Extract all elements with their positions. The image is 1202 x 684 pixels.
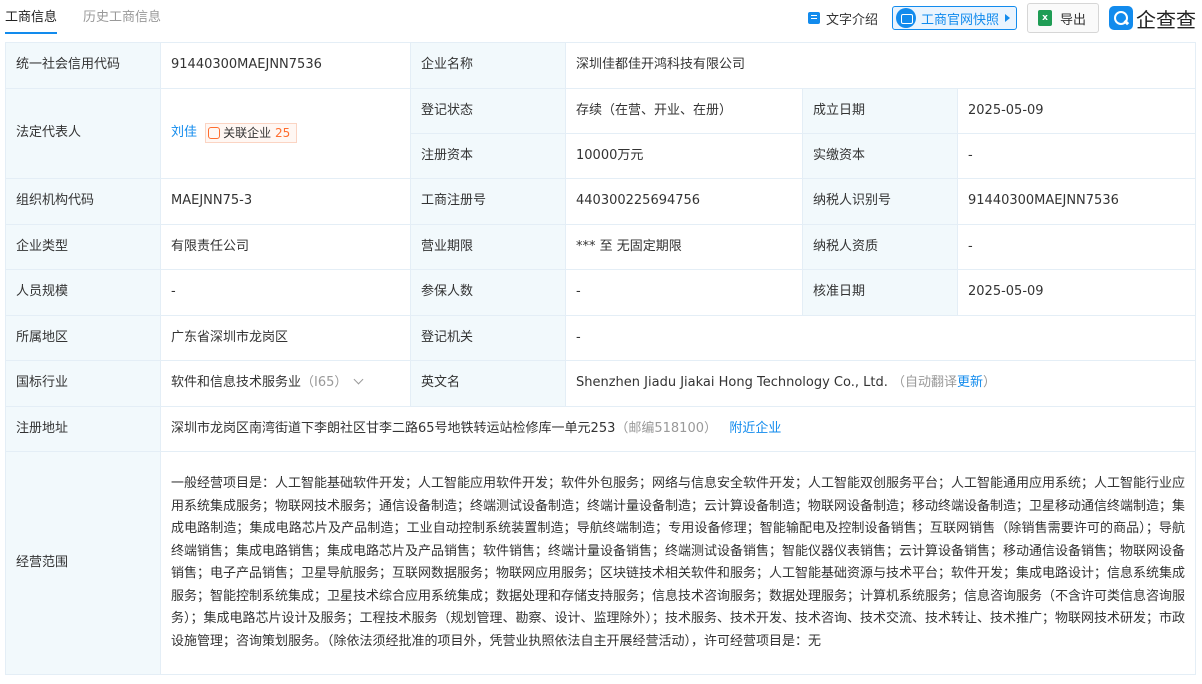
staff-size-label: 人员规模 [5,269,161,316]
caret-right-icon [1004,14,1010,22]
legal-rep-link[interactable]: 刘佳 [171,125,197,140]
related-companies-icon [208,126,221,139]
approval-date-label: 核准日期 [802,269,958,316]
reg-status-label: 登记状态 [410,88,566,134]
english-name-value: Shenzhen Jiadu Jiakai Hong Technology Co… [576,375,888,391]
table-row: 人员规模 - 参保人数 - 核准日期 2025-05-09 [5,269,1197,316]
update-link[interactable]: 更新 [957,375,983,390]
org-code-value: MAEJNN75-3 [160,178,411,225]
industry-cell[interactable]: 软件和信息技术服务业（I65） [160,360,411,407]
org-code-label: 组织机构代码 [5,178,161,225]
tab-bar: 工商信息 历史工商信息 文字介绍 工商官网快照 x 导出 企查查 [0,0,1202,36]
scope-label: 经营范围 [5,451,161,675]
paid-capital-value: - [956,133,1197,179]
document-icon [807,12,820,24]
found-date-value: 2025-05-09 [956,88,1197,134]
table-row: 所属地区 广东省深圳市龙岗区 登记机关 - [5,315,1197,361]
region-value: 广东省深圳市龙岗区 [160,315,411,361]
business-info-table: 统一社会信用代码 91440300MAEJNN7536 企业名称 深圳佳都佳开鸿… [5,42,1197,675]
address-cell: 深圳市龙岗区南湾街道下李朗社区甘李二路65号地铁转运站检修库一单元253（邮编5… [159,406,1197,452]
text-intro-label: 文字介绍 [825,12,878,28]
approval-date-value: 2025-05-09 [956,269,1197,316]
taxpayer-id-value: 91440300MAEJNN7536 [956,178,1197,225]
auto-translate-note: （自动翻译 [892,375,958,391]
credit-code-value: 91440300MAEJNN7536 [160,42,411,89]
tab-business-info[interactable]: 工商信息 [5,9,58,34]
reg-capital-label: 注册资本 [410,133,566,179]
text-intro-button[interactable]: 文字介绍 [807,9,878,28]
export-label: 导出 [1059,12,1086,28]
table-row: 注册地址 深圳市龙岗区南湾街道下李朗社区甘李二路65号地铁转运站检修库一单元25… [5,406,1197,452]
table-row: 经营范围 一般经营项目是：人工智能基础软件开发；人工智能应用软件开发；软件外包服… [5,451,1197,675]
chevron-down-icon[interactable] [353,374,364,385]
taxpayer-qual-value: - [956,224,1197,270]
credit-code-label: 统一社会信用代码 [5,42,161,89]
tab-history-business-info[interactable]: 历史工商信息 [83,9,161,27]
region-label: 所属地区 [5,315,161,361]
staff-size-value: - [160,269,411,316]
table-row: 国标行业 软件和信息技术服务业（I65） 英文名 Shenzhen Jiadu … [5,360,1197,407]
industry-code: （I65） [301,375,348,391]
auto-translate-close: ） [983,375,997,391]
legal-rep-cell: 刘佳 关联企业 25 [160,88,411,179]
reg-status-value: 存续（在营、开业、在册） [565,88,803,134]
official-snapshot-button[interactable]: 工商官网快照 [891,6,1017,30]
insured-label: 参保人数 [410,269,566,316]
toolbar: 文字介绍 工商官网快照 x 导出 企查查 [807,3,1196,33]
industry-label: 国标行业 [5,360,161,407]
related-companies-badge[interactable]: 关联企业 25 [205,122,298,143]
excel-icon: x [1037,10,1052,26]
nearby-companies-link[interactable]: 附近企业 [729,421,781,436]
snapshot-icon [895,8,916,28]
business-scope-value: 一般经营项目是：人工智能基础软件开发；人工智能应用软件开发；软件外包服务；网络与… [159,451,1197,675]
address-value: 深圳市龙岗区南湾街道下李朗社区甘李二路65号地铁转运站检修库一单元253 [171,420,616,436]
industry-value: 软件和信息技术服务业 [171,375,302,391]
company-name-label: 企业名称 [410,42,566,89]
address-label: 注册地址 [5,406,161,452]
biz-term-label: 营业期限 [410,224,566,270]
qichacha-logo: 企查查 [1109,4,1196,33]
qichacha-logo-icon [1109,6,1133,30]
postcode-value: （邮编518100） [615,420,717,436]
table-row: 组织机构代码 MAEJNN75-3 工商注册号 440300225694756 … [5,178,1197,225]
related-companies-count: 25 [275,125,291,140]
table-row: 企业类型 有限责任公司 营业期限 *** 至 无固定期限 纳税人资质 - [5,224,1197,270]
paid-capital-label: 实缴资本 [802,133,958,179]
reg-authority-label: 登记机关 [410,315,566,361]
company-type-value: 有限责任公司 [160,224,411,270]
found-date-label: 成立日期 [802,88,958,134]
logo-text: 企查查 [1136,7,1196,32]
insured-value: - [565,269,803,316]
english-name-label: 英文名 [410,360,566,407]
biz-reg-no-label: 工商注册号 [410,178,566,225]
export-button[interactable]: x 导出 [1026,3,1099,33]
company-name-value: 深圳佳都佳开鸿科技有限公司 [564,42,1197,89]
related-companies-label: 关联企业 [223,125,272,140]
taxpayer-id-label: 纳税人识别号 [802,178,958,225]
english-name-cell: Shenzhen Jiadu Jiakai Hong Technology Co… [564,360,1197,407]
reg-capital-value: 10000万元 [565,133,803,179]
table-row: 法定代表人 刘佳 关联企业 25 登记状态 存续（在营、开业、在册） 成立日期 … [5,88,1197,179]
taxpayer-qual-label: 纳税人资质 [802,224,958,270]
biz-reg-no-value: 440300225694756 [565,178,803,225]
biz-term-value: *** 至 无固定期限 [565,224,803,270]
legal-rep-label: 法定代表人 [5,88,161,179]
official-snapshot-label: 工商官网快照 [920,12,999,28]
reg-authority-value: - [564,315,1197,361]
table-row: 统一社会信用代码 91440300MAEJNN7536 企业名称 深圳佳都佳开鸿… [5,42,1197,89]
company-type-label: 企业类型 [5,224,161,270]
